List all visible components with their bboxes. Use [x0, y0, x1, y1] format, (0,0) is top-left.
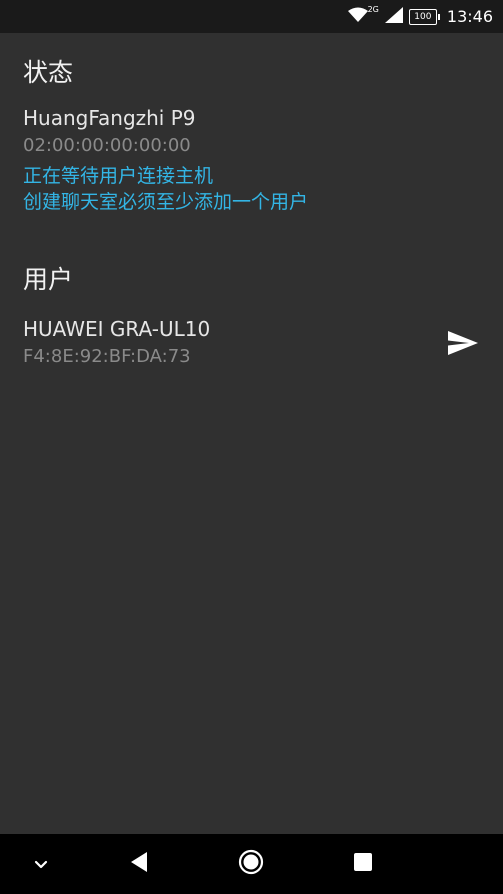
- status-message-waiting: 正在等待用户连接主机: [23, 165, 214, 187]
- host-device-name: HuangFangzhi P9: [23, 106, 196, 130]
- status-section-title: 状态: [23, 58, 74, 87]
- back-icon: [129, 851, 149, 877]
- user-list-item[interactable]: HUAWEI GRA-UL10 F4:8E:92:BF:DA:73: [0, 308, 503, 378]
- home-icon: [238, 849, 264, 879]
- user-device-name: HUAWEI GRA-UL10: [23, 317, 211, 341]
- status-bar: 2G 100 13:46: [0, 0, 503, 33]
- clock: 13:46: [446, 7, 493, 26]
- send-button[interactable]: [443, 325, 483, 365]
- collapse-icon: [34, 855, 48, 874]
- recents-button[interactable]: [333, 834, 393, 894]
- status-bar-icons: 2G 100 13:46: [347, 0, 493, 33]
- signal-icon: [384, 6, 403, 27]
- navigation-bar: [0, 834, 503, 894]
- home-button[interactable]: [221, 834, 281, 894]
- network-type-label: 2G: [367, 5, 379, 14]
- back-button[interactable]: [109, 834, 169, 894]
- collapse-button[interactable]: [11, 834, 71, 894]
- send-icon: [447, 329, 479, 361]
- host-device-mac: 02:00:00:00:00:00: [23, 135, 191, 156]
- user-device-mac: F4:8E:92:BF:DA:73: [23, 346, 191, 367]
- wifi-icon: [347, 7, 368, 27]
- recents-icon: [353, 852, 373, 876]
- status-message-requirement: 创建聊天室必须至少添加一个用户: [23, 191, 309, 213]
- battery-icon: 100: [408, 8, 440, 25]
- main-content: 状态 HuangFangzhi P9 02:00:00:00:00:00 正在等…: [0, 33, 503, 834]
- battery-level: 100: [414, 11, 432, 22]
- users-section-title: 用户: [23, 265, 74, 294]
